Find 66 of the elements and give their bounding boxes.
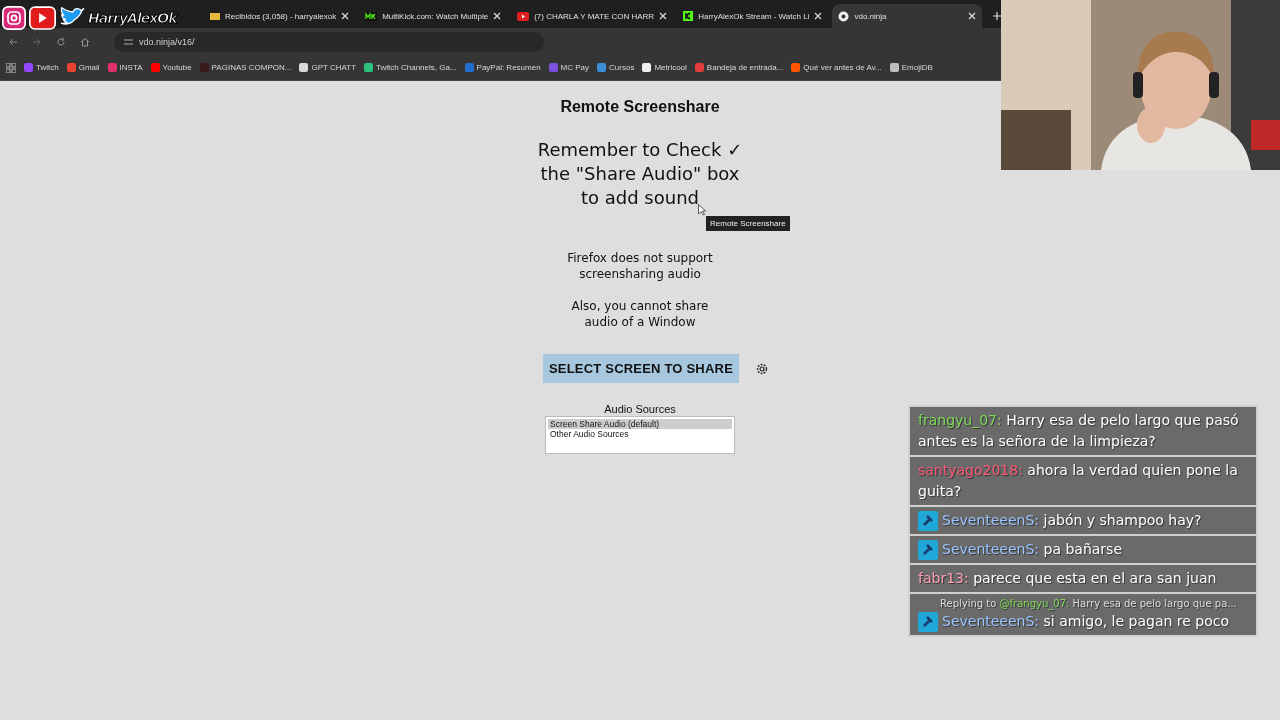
note-text: Firefox does not support [567, 250, 713, 266]
site-settings-icon[interactable] [124, 37, 133, 46]
mk-logo-icon [365, 11, 378, 21]
bookmark[interactable]: Youtube [150, 63, 192, 72]
url-text: vdo.ninja/v16/ [139, 36, 195, 47]
list-option[interactable]: Screen Share Audio (default) [548, 419, 732, 429]
reminder-text: the "Share Audio" box [539, 162, 741, 186]
bookmark[interactable]: PAGINAS COMPON... [199, 63, 292, 72]
browser-tab[interactable]: MultiKick.com: Watch Multiple [359, 4, 508, 28]
note-text: Also, you cannot share [571, 298, 709, 314]
close-icon[interactable] [341, 12, 350, 20]
chat-message: SeventeeenS: jabón y shampoo hay? [942, 511, 1202, 530]
audio-sources-label: Audio Sources [604, 403, 676, 415]
bookmark[interactable]: Twitch Channels, Ga... [364, 63, 457, 72]
bookmark[interactable]: Cursos [597, 63, 635, 72]
reminder-text: to add sound [579, 186, 700, 210]
back-icon[interactable] [8, 36, 18, 47]
reply-context: Replying to @frangyu_07: Harry esa de pelo largo que pa... [939, 597, 1238, 611]
hammer-badge-icon [918, 511, 938, 531]
youtube-icon [29, 6, 56, 30]
bookmark[interactable]: INSTA [107, 63, 143, 72]
page-title: Remote Screenshare [560, 98, 720, 116]
note-text: screensharing audio [578, 266, 702, 282]
audio-sources-list[interactable]: Screen Share Audio (default) Other Audio Sources [545, 416, 735, 454]
new-tab-icon[interactable] [992, 11, 1003, 21]
bookmark[interactable]: Gmail [66, 63, 100, 72]
browser-tab[interactable]: HarryAlexOk Stream - Watch Li [677, 4, 829, 28]
bookmark[interactable]: PayPal: Resumen [464, 63, 541, 72]
close-icon[interactable] [659, 12, 668, 20]
home-icon[interactable] [80, 36, 90, 47]
settings-icon[interactable] [755, 361, 769, 376]
note-text: audio of a Window [583, 314, 697, 330]
bookmark[interactable]: EmojiDB [889, 63, 933, 72]
apps-grid-icon[interactable] [6, 62, 16, 73]
chat-message: fabr13: parece que esta en el ara san juan [918, 569, 1217, 588]
hammer-badge-icon [918, 612, 938, 632]
close-icon[interactable] [814, 12, 823, 20]
chat-message: SeventeeenS: si amigo, le pagan re poco [942, 612, 1230, 631]
reload-icon[interactable] [56, 36, 66, 47]
globe-icon [838, 10, 850, 22]
browser-tab[interactable]: vdo.ninja [832, 4, 983, 28]
bookmark[interactable]: MC Pay [548, 63, 590, 72]
browser-tab[interactable]: Recibidos (3,058) - harryalexok [204, 4, 356, 28]
tooltip: Remote Screenshare [706, 216, 790, 231]
bookmark[interactable]: Qué ver antes de Av... [791, 63, 882, 72]
chat-message: santyago2018: ahora la verdad quien pone la guita? [918, 461, 1239, 501]
cursor-icon [698, 204, 706, 216]
close-icon[interactable] [968, 12, 977, 20]
select-screen-button[interactable]: SELECT SCREEN TO SHARE [543, 354, 739, 383]
bookmark[interactable]: Bandeja de entrada... [694, 63, 784, 72]
bookmark[interactable]: Metricool [642, 63, 687, 72]
bookmark[interactable]: GPT CHATT [299, 63, 357, 72]
channel-name: HarryAlexOk [88, 10, 177, 26]
chat-message: SeventeeenS: pa bañarse [942, 540, 1123, 559]
bookmark[interactable]: Twitch [24, 63, 59, 72]
browser-tab[interactable]: (7) CHARLA Y MATE CON HARR [511, 4, 674, 28]
chat-message: frangyu_07: Harry esa de pelo largo que pasó antes es la señora de la limpieza? [918, 411, 1240, 451]
list-option[interactable]: Other Audio Sources [548, 429, 732, 439]
envelope-icon [210, 11, 220, 21]
instagram-icon [2, 6, 26, 30]
youtube-icon [517, 11, 530, 21]
reminder-text: Remember to Check ✓ [537, 138, 743, 162]
address-bar[interactable]: vdo.ninja/v16/ [114, 31, 544, 52]
hammer-badge-icon [918, 540, 938, 560]
kick-icon [683, 11, 694, 21]
close-icon[interactable] [493, 12, 502, 20]
